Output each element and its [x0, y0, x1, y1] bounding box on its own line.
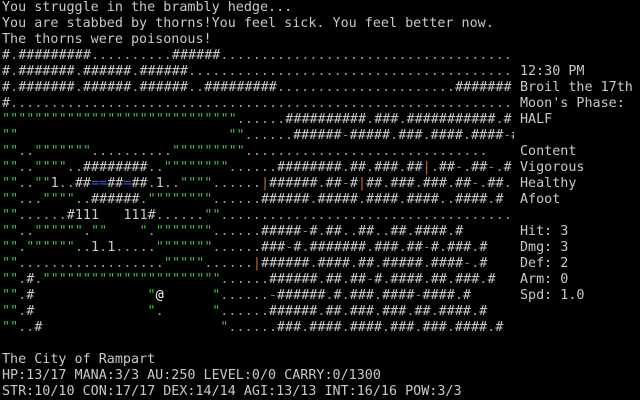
moon-label: Moon's Phase:: [520, 96, 625, 111]
dmg-stat: Dmg: 3: [520, 240, 569, 255]
moon-phase: HALF: [520, 112, 553, 127]
energy-status: Vigorous: [520, 160, 585, 175]
message-line-3: The thorns were poisonous!: [2, 32, 212, 47]
map-row: ""..# "......###.####.####.###.###.####.…: [2, 320, 504, 335]
mood-status: Content: [520, 144, 577, 159]
game-screen: You struggle in the brambly hedge... You…: [0, 0, 640, 400]
movement-status: Afoot: [520, 192, 561, 207]
map-row: "".#.""""""""""""""""""""""......######.…: [2, 272, 496, 287]
health-status: Healthy: [520, 176, 577, 191]
map-row: ""..""""""".........."""""""""..........…: [2, 144, 488, 159]
map-row: ""..""""..########..""""""""......######…: [2, 160, 512, 175]
map-row: #.......................................…: [2, 96, 514, 111]
def-stat: Def: 2: [520, 256, 569, 271]
game-date: Broil the 17th: [520, 80, 633, 95]
spd-stat: Spd: 1.0: [520, 288, 585, 303]
message-line-2: You are stabbed by thorns!You feel sick.…: [2, 16, 494, 31]
map-row: """""""""""""""""""""""""""""......#####…: [2, 112, 512, 127]
map-row: ""..""1..##==##=##.1..""""......|######.…: [2, 176, 512, 191]
map-row: "".# ". "......######.##.###.###.##.####…: [2, 304, 488, 319]
game-time: 12:30 PM: [520, 64, 585, 79]
status-line-2: STR:10/10 CON:17/17 DEX:14/14 AGI:13/13 …: [2, 384, 462, 399]
map-row: ""..""""""."" "."""""""......#####-#.##.…: [2, 224, 464, 239]
map-row: #.#######.######.######.................…: [2, 64, 514, 79]
dungeon-map[interactable]: #.#########..........######.............…: [2, 48, 514, 336]
map-row: "" ""......######-#####.###.####.####-##…: [2, 128, 514, 143]
map-row: "".................."""""......|######.#…: [2, 256, 488, 271]
map-row: "".# "@ "......-######.#.###.####-####.#: [2, 288, 472, 303]
map-row: #.#########..........######.............…: [2, 48, 514, 63]
map-row: ""...""""..######.""""""""......######.#…: [2, 192, 504, 207]
status-sidebar: 12:30 PM Broil the 17th Moon's Phase: HA…: [520, 64, 638, 304]
message-line-1: You struggle in the brambly hedge...: [2, 0, 293, 15]
status-line-1: HP:13/17 MANA:3/3 AU:250 LEVEL:0/0 CARRY…: [2, 368, 381, 383]
map-row: #.#######.######.######..#########......…: [2, 80, 514, 95]
location-name: The City of Rampart: [2, 352, 156, 367]
arm-stat: Arm: 0: [520, 272, 569, 287]
map-row: ""......#111 111#......""...............…: [2, 208, 514, 223]
hit-stat: Hit: 3: [520, 224, 569, 239]
map-row: "".""""""..1.1....."""""""......###-#.##…: [2, 240, 488, 255]
